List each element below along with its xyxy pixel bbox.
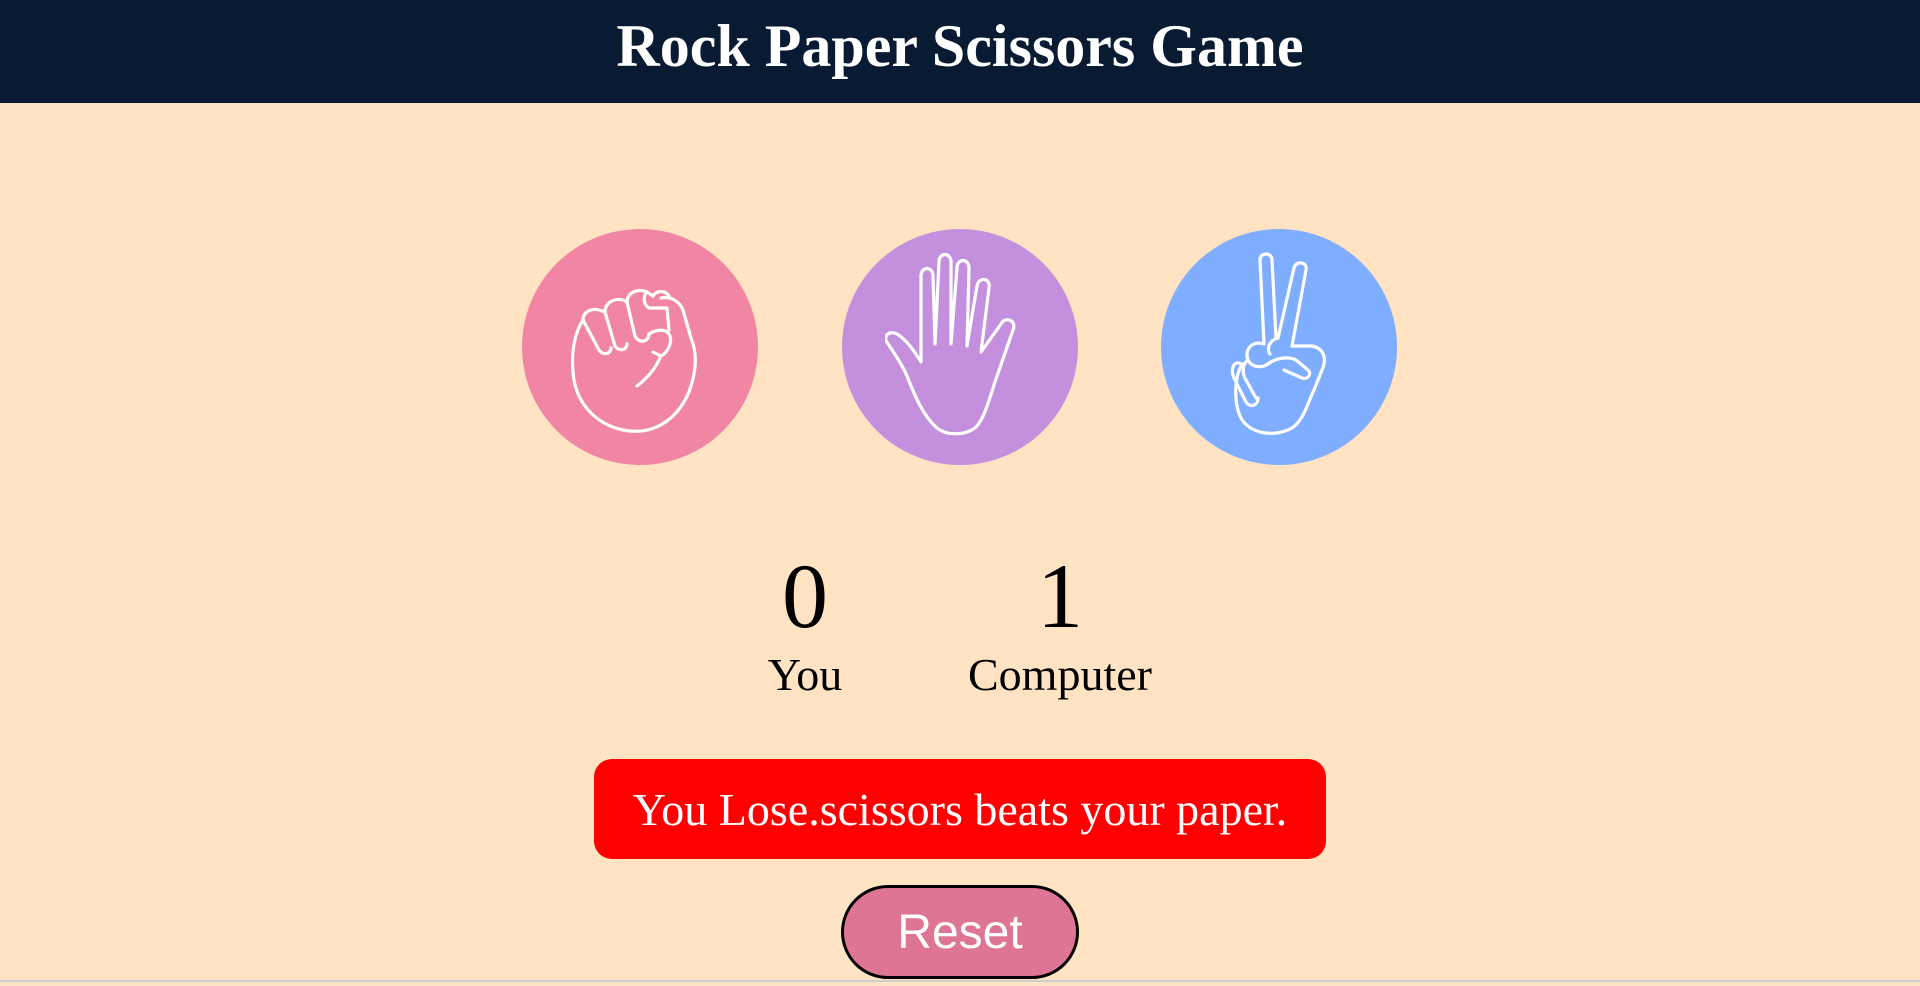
page-bottom-divider: [0, 980, 1920, 982]
user-score-block: 0 You: [740, 550, 870, 698]
page-title: Rock Paper Scissors Game: [616, 12, 1304, 79]
result-message: You Lose.scissors beats your paper.: [594, 759, 1326, 859]
computer-score-block: 1 Computer: [940, 550, 1180, 698]
user-score-label: You: [767, 649, 843, 700]
computer-score: 1: [1037, 545, 1083, 647]
rock-choice-button[interactable]: [522, 229, 758, 465]
paper-choice-button[interactable]: [842, 229, 1078, 465]
user-score: 0: [782, 545, 828, 647]
open-hand-icon: [885, 252, 1016, 436]
header-bar: Rock Paper Scissors Game: [0, 0, 1920, 103]
reset-button[interactable]: Reset: [841, 885, 1079, 979]
peace-hand-icon: [1230, 252, 1326, 435]
scissors-choice-button[interactable]: [1161, 229, 1397, 465]
fist-icon: [570, 288, 697, 433]
computer-score-label: Computer: [968, 649, 1152, 700]
